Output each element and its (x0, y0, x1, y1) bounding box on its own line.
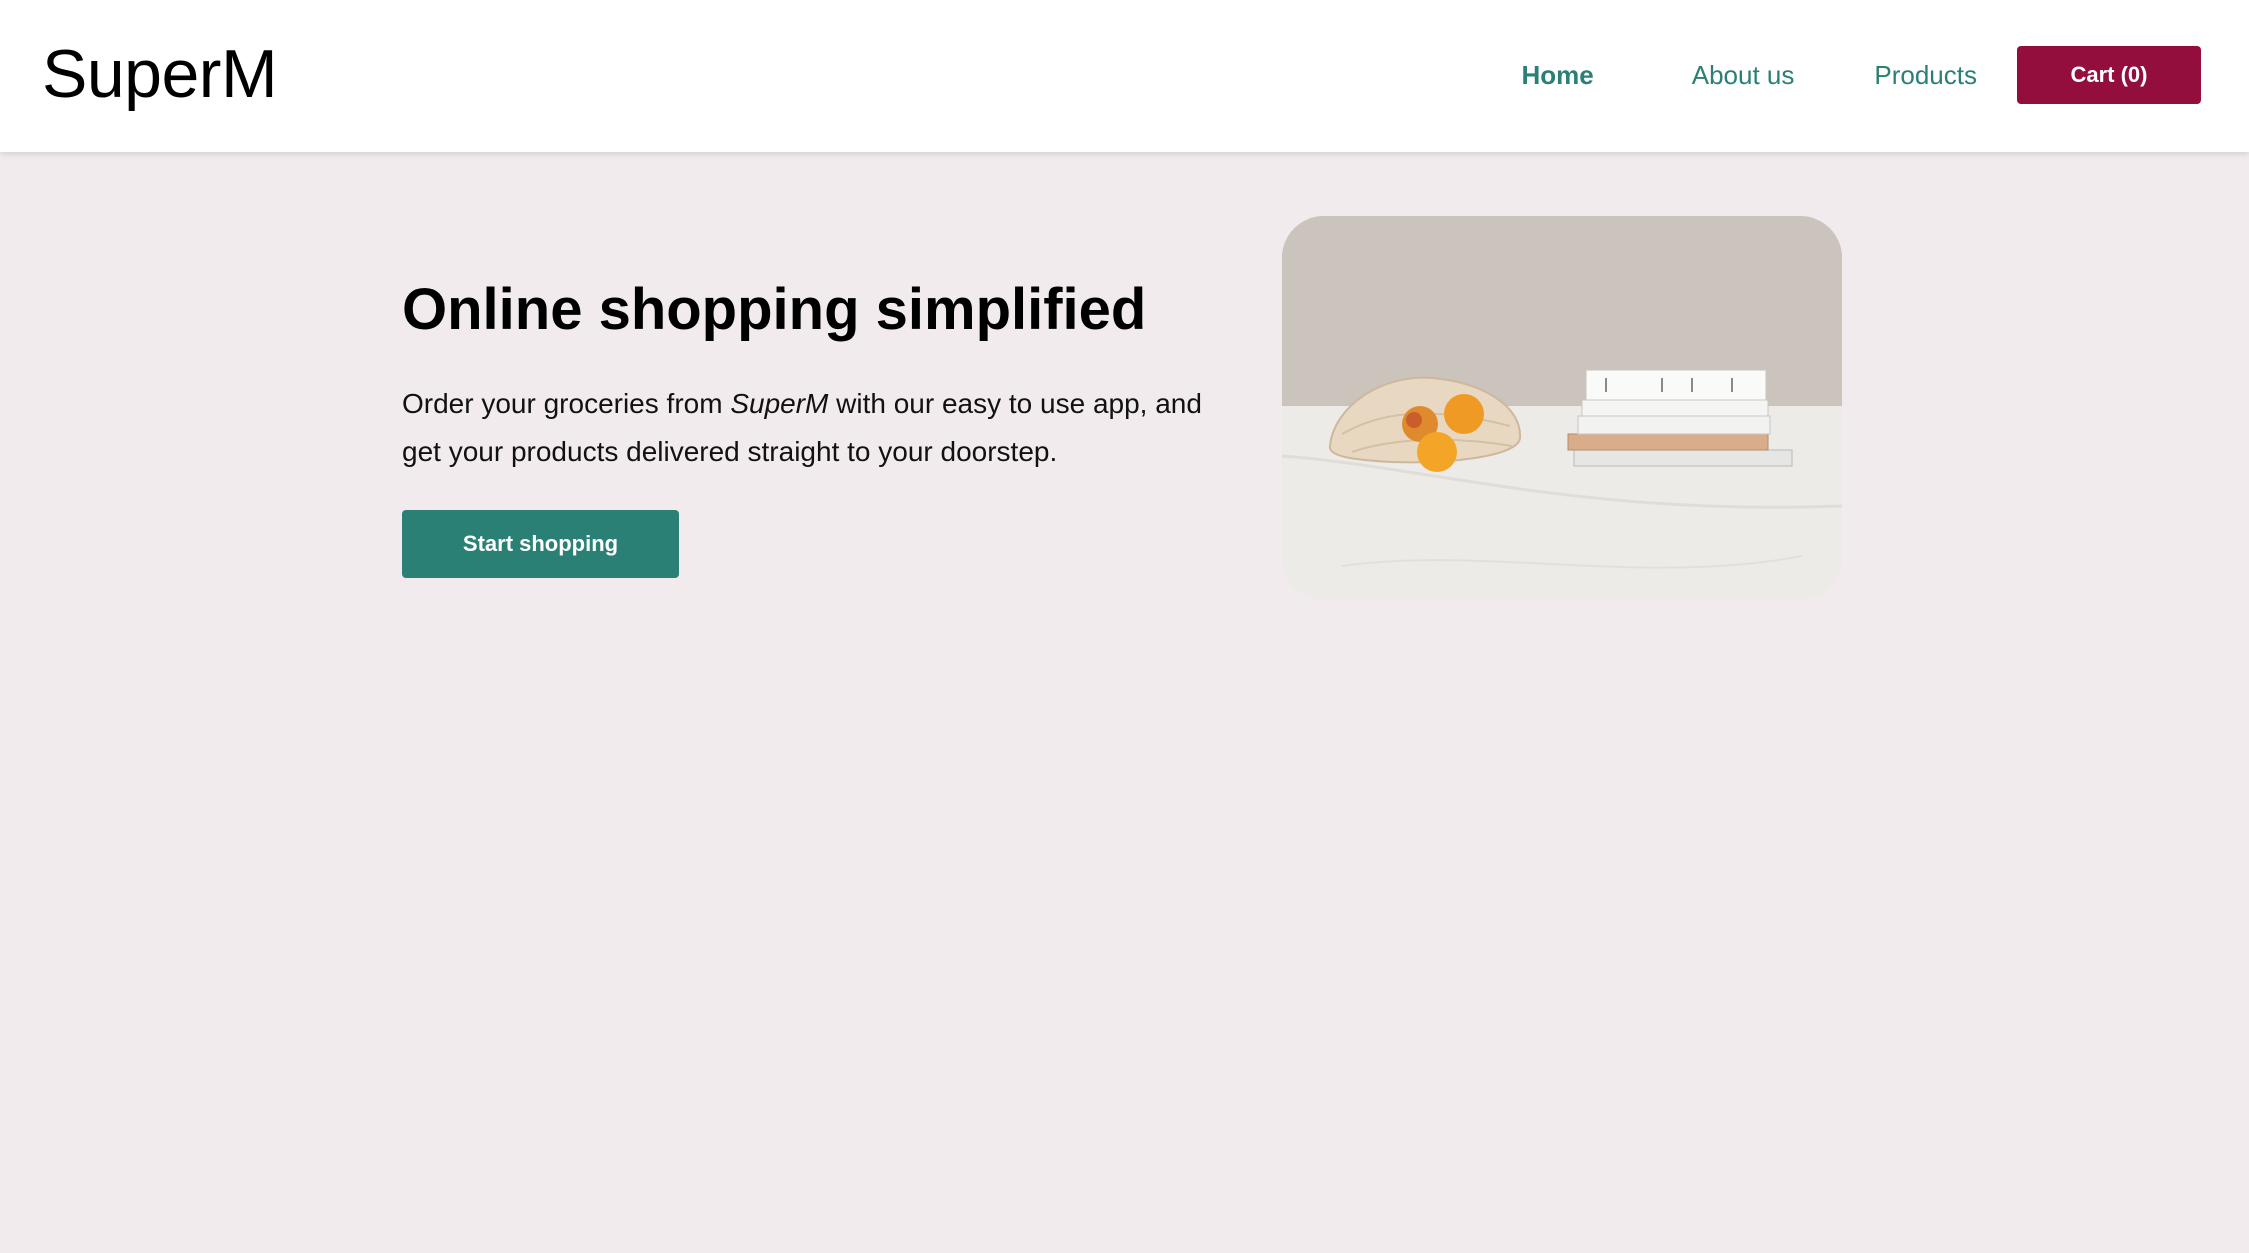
book-shape (1585, 369, 1767, 401)
hero-image-illustration (1282, 216, 1842, 600)
book-shape (1573, 449, 1793, 467)
book-shape (1581, 399, 1769, 417)
nav-about-link[interactable]: About us (1692, 47, 1795, 103)
start-shopping-button[interactable]: Start shopping (402, 510, 679, 578)
hero-description: Order your groceries from SuperM with ou… (402, 380, 1242, 476)
brand-logo[interactable]: SuperM (42, 34, 278, 114)
cart-button[interactable]: Cart (0) (2017, 46, 2201, 104)
hero-description-start: Order your groceries from (402, 388, 731, 419)
hero-section: Online shopping simplified Order your gr… (402, 270, 1242, 578)
orange-fruit (1417, 432, 1457, 472)
hero-description-brand: SuperM (730, 388, 829, 419)
hero-image (1282, 216, 1842, 600)
hero-title: Online shopping simplified (402, 277, 1147, 342)
peach-blush (1406, 412, 1422, 428)
book-shape (1577, 415, 1771, 435)
nav-products-link[interactable]: Products (1874, 47, 1977, 103)
navbar: SuperM Home About us Products Cart (0) (0, 0, 2249, 152)
orange-fruit (1444, 394, 1484, 434)
nav-links: Home About us Products Cart (0) (1522, 46, 2201, 104)
book-shape (1567, 433, 1769, 451)
nav-home-link[interactable]: Home (1522, 47, 1594, 103)
